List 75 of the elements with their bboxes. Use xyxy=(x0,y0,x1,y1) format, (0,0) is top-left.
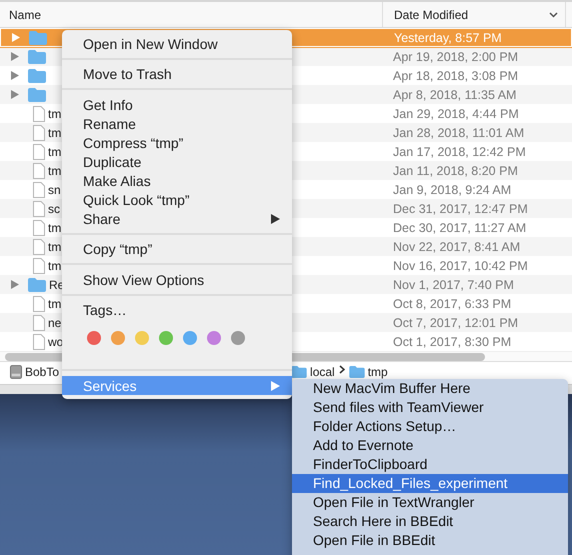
chevron-right-icon xyxy=(338,365,345,374)
file-name: tm xyxy=(48,164,62,178)
folder-icon xyxy=(348,366,365,378)
tag-dot[interactable] xyxy=(207,330,221,344)
date-cell[interactable]: Nov 16, 2017, 10:42 PM xyxy=(382,256,572,275)
date-cell[interactable]: Dec 30, 2017, 11:27 AM xyxy=(382,218,572,237)
disclosure-triangle-icon[interactable] xyxy=(11,280,19,289)
tag-dot[interactable] xyxy=(111,330,125,344)
date-cell[interactable]: Jan 11, 2018, 8:20 PM xyxy=(382,161,572,180)
menu-item[interactable]: Show View Options xyxy=(62,270,292,289)
file-name: tm xyxy=(48,258,62,272)
tag-dot[interactable] xyxy=(231,330,245,344)
tag-dot[interactable] xyxy=(135,330,149,344)
date-cell[interactable]: Oct 1, 2017, 8:30 PM xyxy=(382,332,572,351)
menu-item[interactable]: Move to Trash xyxy=(62,64,292,84)
file-name: sn xyxy=(48,182,61,196)
file-name: sc xyxy=(48,202,60,216)
file-name: tm xyxy=(48,220,62,234)
file-name: tm xyxy=(48,144,62,158)
file-name: ne xyxy=(48,316,62,330)
date-cell[interactable]: Oct 7, 2017, 12:01 PM xyxy=(382,313,572,332)
tag-dot[interactable] xyxy=(159,330,173,344)
tag-dot[interactable] xyxy=(183,330,197,344)
folder-icon xyxy=(29,30,47,44)
file-name: tm xyxy=(48,240,62,254)
chevron-down-icon[interactable] xyxy=(549,12,558,18)
date-cell[interactable]: Jan 29, 2018, 4:44 PM xyxy=(382,104,572,123)
date-cell[interactable]: Nov 1, 2017, 7:40 PM xyxy=(382,275,572,294)
menu-item[interactable]: Compress “tmp” xyxy=(62,133,292,152)
menu-item[interactable]: FinderToClipboard xyxy=(292,455,568,474)
folder-icon xyxy=(28,68,46,82)
date-cell[interactable]: Jan 9, 2018, 9:24 AM xyxy=(382,180,572,199)
menu-item[interactable]: Add to Evernote xyxy=(292,436,568,455)
menu-item[interactable]: New MacVim Buffer Here xyxy=(292,379,568,398)
date-cell[interactable]: Dec 31, 2017, 12:47 PM xyxy=(382,199,572,218)
menu-item[interactable]: Duplicate xyxy=(62,152,292,171)
folder-icon xyxy=(291,366,308,378)
hard-drive-icon xyxy=(10,365,22,379)
tag-dot[interactable] xyxy=(87,330,101,344)
date-cell[interactable]: Jan 17, 2018, 12:42 PM xyxy=(382,142,572,161)
column-header[interactable]: Date Modified xyxy=(394,8,468,22)
menu-item[interactable]: Make Alias xyxy=(62,171,292,190)
menu-item[interactable]: Send files with TeamViewer xyxy=(292,398,568,417)
date-cell[interactable]: Nov 22, 2017, 8:41 AM xyxy=(382,237,572,256)
menu-item[interactable]: Quick Look “tmp” xyxy=(62,190,292,209)
submenu-arrow-icon xyxy=(271,380,280,390)
folder-icon xyxy=(28,50,46,64)
submenu-arrow-icon xyxy=(271,214,280,224)
menu-item[interactable]: Open in New Window xyxy=(62,34,292,53)
date-cell[interactable]: Apr 18, 2018, 3:08 PM xyxy=(382,66,572,85)
menu-item[interactable]: Folder Actions Setup… xyxy=(292,417,568,436)
menu-item[interactable]: Get Info xyxy=(62,95,292,114)
menu-item[interactable]: Open File in BBEdit xyxy=(292,531,568,550)
menu-item[interactable]: Share xyxy=(62,209,292,228)
folder-icon xyxy=(28,88,46,102)
menu-item[interactable]: Open File in TextWrangler xyxy=(292,493,568,512)
path-item[interactable]: tmp xyxy=(368,365,388,379)
menu-item[interactable]: Copy “tmp” xyxy=(62,240,292,258)
file-name: tm xyxy=(48,106,62,120)
file-name: tm xyxy=(48,126,62,140)
column-header[interactable]: Name xyxy=(0,8,382,22)
path-item[interactable]: BobTo xyxy=(25,365,60,379)
menu-item[interactable]: Rename xyxy=(62,114,292,133)
menu-item[interactable]: Tags… xyxy=(62,300,292,320)
menu-item[interactable]: Find_Locked_Files_experiment xyxy=(292,474,568,493)
menu-item[interactable]: Search Here in BBEdit xyxy=(292,512,568,531)
path-item[interactable]: local xyxy=(310,365,335,379)
disclosure-triangle-icon[interactable] xyxy=(11,90,19,99)
disclosure-triangle-icon[interactable] xyxy=(12,33,20,42)
date-cell[interactable]: Oct 8, 2017, 6:33 PM xyxy=(382,294,572,313)
folder-icon xyxy=(28,278,46,292)
disclosure-triangle-icon[interactable] xyxy=(11,71,19,80)
file-name: tm xyxy=(48,296,62,310)
disclosure-triangle-icon[interactable] xyxy=(11,52,19,61)
date-cell[interactable]: Jan 28, 2018, 11:01 AM xyxy=(382,123,572,142)
